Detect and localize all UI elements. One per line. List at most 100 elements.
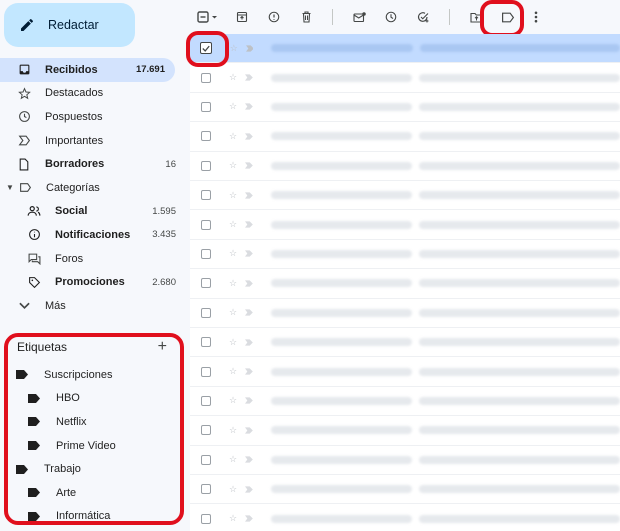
mark-unread-button[interactable] xyxy=(343,0,375,34)
important-icon[interactable] xyxy=(244,309,253,316)
delete-button[interactable] xyxy=(290,0,322,34)
important-icon[interactable] xyxy=(244,515,253,522)
label-item-prime-video[interactable]: Prime Video xyxy=(0,434,186,458)
nav-item-destacados[interactable]: Destacados xyxy=(0,82,186,106)
star-icon[interactable]: ☆ xyxy=(229,337,239,348)
more-options-button[interactable] xyxy=(524,0,548,34)
nav-item-mas[interactable]: Más xyxy=(0,294,186,318)
email-row[interactable]: ☆ xyxy=(190,122,620,152)
important-icon[interactable] xyxy=(244,192,253,199)
select-all-button[interactable] xyxy=(190,0,226,34)
important-icon[interactable] xyxy=(245,45,254,52)
nav-item-notificaciones[interactable]: Notificaciones 3.435 xyxy=(0,223,186,247)
nav-item-pospuestos[interactable]: Pospuestos xyxy=(0,105,186,129)
important-icon[interactable] xyxy=(244,486,253,493)
label-item-hbo[interactable]: HBO xyxy=(0,387,186,411)
row-checkbox[interactable] xyxy=(201,101,211,112)
row-checkbox[interactable] xyxy=(201,160,211,171)
star-icon[interactable]: ☆ xyxy=(229,454,239,465)
star-icon[interactable]: ☆ xyxy=(229,131,239,142)
important-icon[interactable] xyxy=(244,280,253,287)
snooze-button[interactable] xyxy=(375,0,407,34)
caret-down-icon[interactable]: ▼ xyxy=(6,183,16,192)
sidebar: Redactar Recibidos 17.691 Destacados Pos… xyxy=(0,0,186,531)
label-item-netflix[interactable]: Netflix xyxy=(0,410,186,434)
star-icon[interactable]: ☆ xyxy=(229,484,239,495)
nav-item-categorias[interactable]: ▼ Categorías xyxy=(0,176,186,200)
report-spam-button[interactable] xyxy=(258,0,290,34)
star-icon[interactable]: ☆ xyxy=(229,101,239,112)
important-icon[interactable] xyxy=(244,103,253,111)
email-row[interactable]: ☆ xyxy=(190,446,620,475)
star-icon[interactable]: ☆ xyxy=(229,219,239,230)
row-checkbox[interactable] xyxy=(201,454,211,465)
label-item-trabajo[interactable]: Trabajo xyxy=(0,457,186,481)
email-row[interactable]: ☆ xyxy=(190,504,620,531)
important-icon[interactable] xyxy=(244,339,253,346)
row-checkbox[interactable] xyxy=(201,278,211,289)
star-icon[interactable]: ☆ xyxy=(229,160,239,171)
star-icon[interactable]: ☆ xyxy=(229,190,239,201)
row-checkbox[interactable] xyxy=(201,307,211,318)
row-checkbox[interactable] xyxy=(201,219,211,230)
important-icon[interactable] xyxy=(244,74,253,81)
email-row[interactable]: ☆ xyxy=(190,63,620,93)
important-icon[interactable] xyxy=(244,250,253,258)
email-row[interactable]: ☆ xyxy=(190,210,620,240)
add-label-button[interactable]: + xyxy=(158,339,167,355)
label-item-suscripciones[interactable]: Suscripciones xyxy=(0,363,186,387)
row-checkbox[interactable] xyxy=(201,395,211,406)
email-row[interactable]: ☆ xyxy=(190,240,620,270)
label-item-arte[interactable]: Arte xyxy=(0,481,186,505)
star-icon[interactable]: ☆ xyxy=(229,307,239,318)
email-row[interactable]: ☆ xyxy=(190,269,620,299)
nav-item-borradores[interactable]: Borradores 16 xyxy=(0,152,186,176)
important-icon[interactable] xyxy=(244,162,253,169)
archive-button[interactable] xyxy=(226,0,258,34)
star-icon[interactable]: ☆ xyxy=(229,278,239,289)
compose-button[interactable]: Redactar xyxy=(4,3,135,47)
email-row-selected[interactable]: ☆ xyxy=(190,34,620,64)
row-checkbox[interactable] xyxy=(201,366,211,377)
email-row[interactable]: ☆ xyxy=(190,93,620,123)
important-icon[interactable] xyxy=(244,368,253,375)
important-icon[interactable] xyxy=(244,397,253,405)
add-to-tasks-button[interactable] xyxy=(407,0,439,34)
row-checkbox[interactable] xyxy=(201,190,211,201)
email-row[interactable]: ☆ xyxy=(190,416,620,446)
email-row[interactable]: ☆ xyxy=(190,328,620,358)
email-row[interactable]: ☆ xyxy=(190,299,620,328)
star-icon[interactable]: ☆ xyxy=(229,425,239,436)
row-checkbox[interactable] xyxy=(201,513,211,524)
email-row[interactable]: ☆ xyxy=(190,152,620,181)
nav-item-label: Más xyxy=(45,299,66,312)
row-checkbox[interactable] xyxy=(201,484,211,495)
row-checkbox[interactable] xyxy=(201,248,211,259)
important-icon[interactable] xyxy=(244,221,253,228)
row-checkbox[interactable] xyxy=(201,425,211,436)
important-icon[interactable] xyxy=(244,427,253,434)
star-icon[interactable]: ☆ xyxy=(230,43,240,54)
star-icon[interactable]: ☆ xyxy=(229,366,239,377)
row-checkbox[interactable] xyxy=(201,72,211,83)
checkbox-highlight xyxy=(186,31,229,67)
star-icon[interactable]: ☆ xyxy=(229,72,239,83)
row-checkbox[interactable] xyxy=(201,337,211,348)
star-icon[interactable]: ☆ xyxy=(229,248,239,259)
email-row[interactable]: ☆ xyxy=(190,357,620,387)
row-checkbox[interactable] xyxy=(201,131,211,142)
nav-item-social[interactable]: Social 1.595 xyxy=(0,200,186,224)
important-icon[interactable] xyxy=(244,456,253,463)
important-icon[interactable] xyxy=(244,133,253,140)
nav-item-foros[interactable]: Foros xyxy=(0,247,186,271)
nav-item-importantes[interactable]: Importantes xyxy=(0,129,186,153)
email-row[interactable]: ☆ xyxy=(190,181,620,211)
email-row[interactable]: ☆ xyxy=(190,387,620,417)
star-icon[interactable]: ☆ xyxy=(229,395,239,406)
nav-item-promociones[interactable]: Promociones 2.680 xyxy=(0,270,186,294)
label-item-informatica[interactable]: Informática xyxy=(0,505,186,529)
email-sender xyxy=(270,396,413,405)
star-icon[interactable]: ☆ xyxy=(229,513,239,524)
nav-item-recibidos[interactable]: Recibidos 17.691 xyxy=(0,58,175,82)
email-row[interactable]: ☆ xyxy=(190,475,620,505)
